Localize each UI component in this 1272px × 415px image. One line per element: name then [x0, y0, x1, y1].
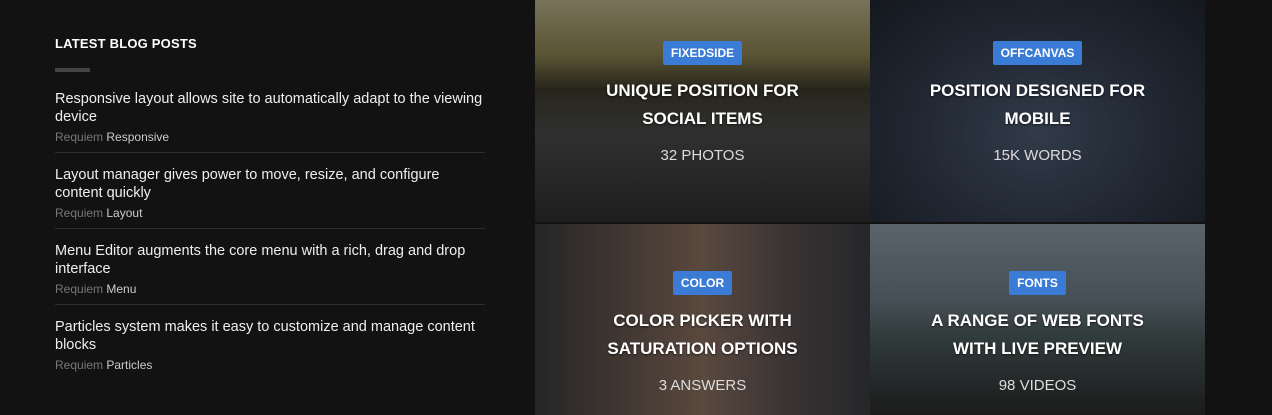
tile-title[interactable]: COLOR PICKER WITH SATURATION OPTIONS	[535, 307, 870, 363]
blog-post[interactable]: Responsive layout allows site to automat…	[55, 90, 485, 153]
tile-color[interactable]: COLOR COLOR PICKER WITH SATURATION OPTION…	[535, 224, 870, 415]
post-author: Requiem	[55, 206, 104, 220]
tile-subtitle: 32 PHOTOS	[660, 147, 745, 164]
tile-badge[interactable]: OFFCANVAS	[992, 41, 1083, 65]
tile-subtitle: 98 VIDEOS	[998, 377, 1077, 394]
post-category[interactable]: Particles	[106, 358, 152, 372]
tile-fonts[interactable]: FONTS A RANGE OF WEB FONTS WITH LIVE PREV…	[870, 224, 1205, 415]
post-title[interactable]: Responsive layout allows site to automat…	[55, 90, 485, 126]
post-category[interactable]: Menu	[106, 282, 136, 296]
latest-blog-posts: LATEST BLOG POSTS Responsive layout allo…	[55, 36, 485, 393]
tile-badge[interactable]: COLOR	[672, 271, 733, 295]
tile-badge[interactable]: FONTS	[1009, 271, 1066, 295]
tile-offcanvas[interactable]: OFFCANVAS POSITION DESIGNED FOR MOBILE 15K…	[870, 0, 1205, 222]
blog-post[interactable]: Particles system makes it easy to custom…	[55, 318, 485, 380]
heading-divider	[55, 68, 90, 72]
post-category[interactable]: Responsive	[106, 130, 169, 144]
post-title[interactable]: Particles system makes it easy to custom…	[55, 318, 485, 354]
blog-post[interactable]: Menu Editor augments the core menu with …	[55, 242, 485, 305]
tile-subtitle: 3 ANSWERS	[658, 377, 747, 394]
tile-fixedside[interactable]: FIXEDSIDE UNIQUE POSITION FOR SOCIAL ITEM…	[535, 0, 870, 222]
tile-badge[interactable]: FIXEDSIDE	[662, 41, 743, 65]
post-title[interactable]: Menu Editor augments the core menu with …	[55, 242, 485, 278]
section-heading: LATEST BLOG POSTS	[55, 36, 197, 51]
post-category[interactable]: Layout	[106, 206, 142, 220]
tile-title[interactable]: UNIQUE POSITION FOR SOCIAL ITEMS	[535, 77, 870, 133]
tile-title[interactable]: A RANGE OF WEB FONTS WITH LIVE PREVIEW	[870, 307, 1205, 363]
post-author: Requiem	[55, 130, 104, 144]
post-author: Requiem	[55, 282, 104, 296]
tile-subtitle: 15K WORDS	[993, 147, 1082, 164]
blog-post[interactable]: Layout manager gives power to move, resi…	[55, 166, 485, 229]
post-title[interactable]: Layout manager gives power to move, resi…	[55, 166, 485, 202]
tile-title[interactable]: POSITION DESIGNED FOR MOBILE	[870, 77, 1205, 133]
post-author: Requiem	[55, 358, 104, 372]
